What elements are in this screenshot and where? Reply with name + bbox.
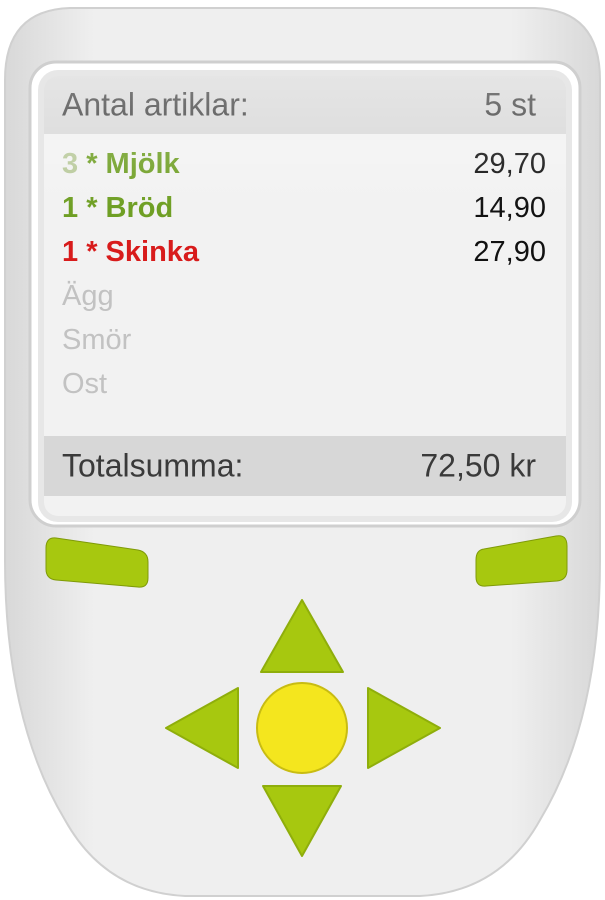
item-count-label: Antal artiklar: [62, 86, 249, 123]
item-count-value: 5 st [484, 86, 536, 123]
item-name: Ägg [62, 280, 114, 312]
total-value: 72,50 kr [420, 447, 536, 484]
item-name: Smör [62, 324, 132, 356]
item-list: 3 * Mjölk 29,70 1 * Bröd 14,90 1 * Skink… [44, 142, 566, 406]
screen: Antal artiklar: 5 st 3 * Mjölk 29,70 1 *… [44, 76, 566, 516]
list-item[interactable]: Ägg [44, 274, 566, 318]
list-item[interactable]: Smör [44, 318, 566, 362]
list-item[interactable]: 1 * Skinka 27,90 [44, 230, 566, 274]
item-name: 1 * Bröd [62, 192, 174, 224]
total-label: Totalsumma: [62, 447, 244, 484]
list-item[interactable]: Ost [44, 362, 566, 406]
item-count-bar: Antal artiklar: 5 st [44, 76, 566, 134]
item-price: 14,90 [473, 192, 546, 224]
item-price: 27,90 [473, 236, 546, 268]
total-bar: Totalsumma: 72,50 kr [44, 436, 566, 496]
list-item[interactable]: 1 * Bröd 14,90 [44, 186, 566, 230]
center-select-button[interactable] [256, 682, 348, 774]
item-name: 1 * Skinka [62, 236, 200, 268]
item-name: 3 * Mjölk [62, 148, 180, 180]
item-name: Ost [62, 368, 108, 400]
list-item[interactable]: 3 * Mjölk 29,70 [44, 142, 566, 186]
item-price: 29,70 [473, 148, 546, 180]
scanner-device: Antal artiklar: 5 st 3 * Mjölk 29,70 1 *… [0, 0, 605, 900]
